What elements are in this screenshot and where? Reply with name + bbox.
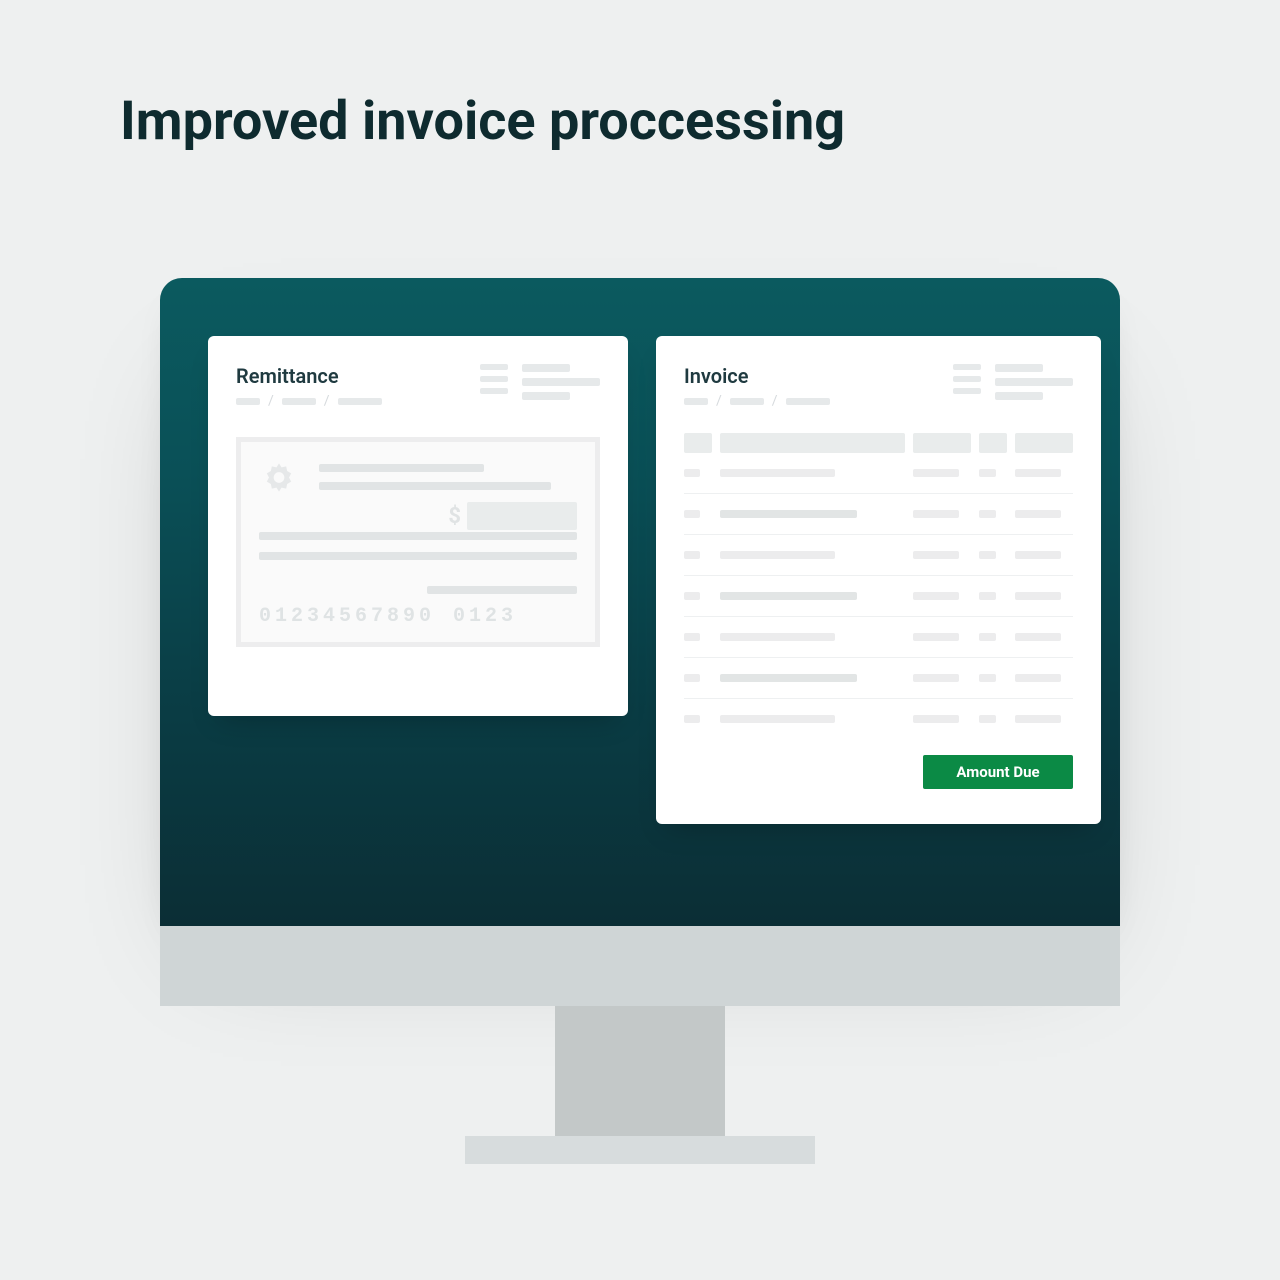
card-meta-placeholder (480, 364, 600, 400)
micr-account-number: 01234567890 (259, 605, 435, 628)
placeholder-line (259, 532, 577, 540)
remittance-card-header: Remittance / / (236, 364, 600, 405)
placeholder-line (319, 464, 484, 472)
invoice-card: Invoice / / (656, 336, 1101, 824)
invoice-date-placeholder: / / (684, 398, 830, 405)
invoice-table-row (684, 664, 1073, 692)
invoice-table-row (684, 705, 1073, 733)
invoice-card-title: Invoice (684, 364, 830, 388)
micr-routing-number: 0123 (453, 605, 517, 628)
monitor-bezel (160, 926, 1120, 1006)
monitor-illustration: Remittance / / (160, 278, 1120, 1164)
monitor-neck (555, 1006, 725, 1136)
dollar-sign-icon: $ (448, 504, 461, 529)
invoice-card-header: Invoice / / (684, 364, 1073, 405)
invoice-table-row (684, 541, 1073, 569)
invoice-table-row (684, 459, 1073, 487)
invoice-table-row (684, 582, 1073, 610)
invoice-table-row (684, 623, 1073, 651)
amount-placeholder: $ (448, 502, 577, 530)
check-graphic: $ 01234567890 0123 (236, 437, 600, 647)
monitor-foot (465, 1136, 815, 1164)
signature-line-placeholder (427, 586, 577, 594)
placeholder-line (259, 552, 577, 560)
page-title: Improved invoice proccessing (120, 90, 845, 153)
remittance-date-placeholder: / / (236, 398, 382, 405)
remittance-card-title: Remittance (236, 364, 382, 388)
gear-icon (259, 460, 299, 504)
invoice-table-row (684, 500, 1073, 528)
remittance-card: Remittance / / (208, 336, 628, 716)
invoice-table-header (684, 433, 1073, 453)
amount-due-badge: Amount Due (923, 755, 1073, 789)
monitor-screen: Remittance / / (160, 278, 1120, 926)
card-meta-placeholder (953, 364, 1073, 400)
invoice-table (684, 433, 1073, 733)
micr-line: 01234567890 0123 (259, 605, 517, 628)
placeholder-line (319, 482, 551, 490)
